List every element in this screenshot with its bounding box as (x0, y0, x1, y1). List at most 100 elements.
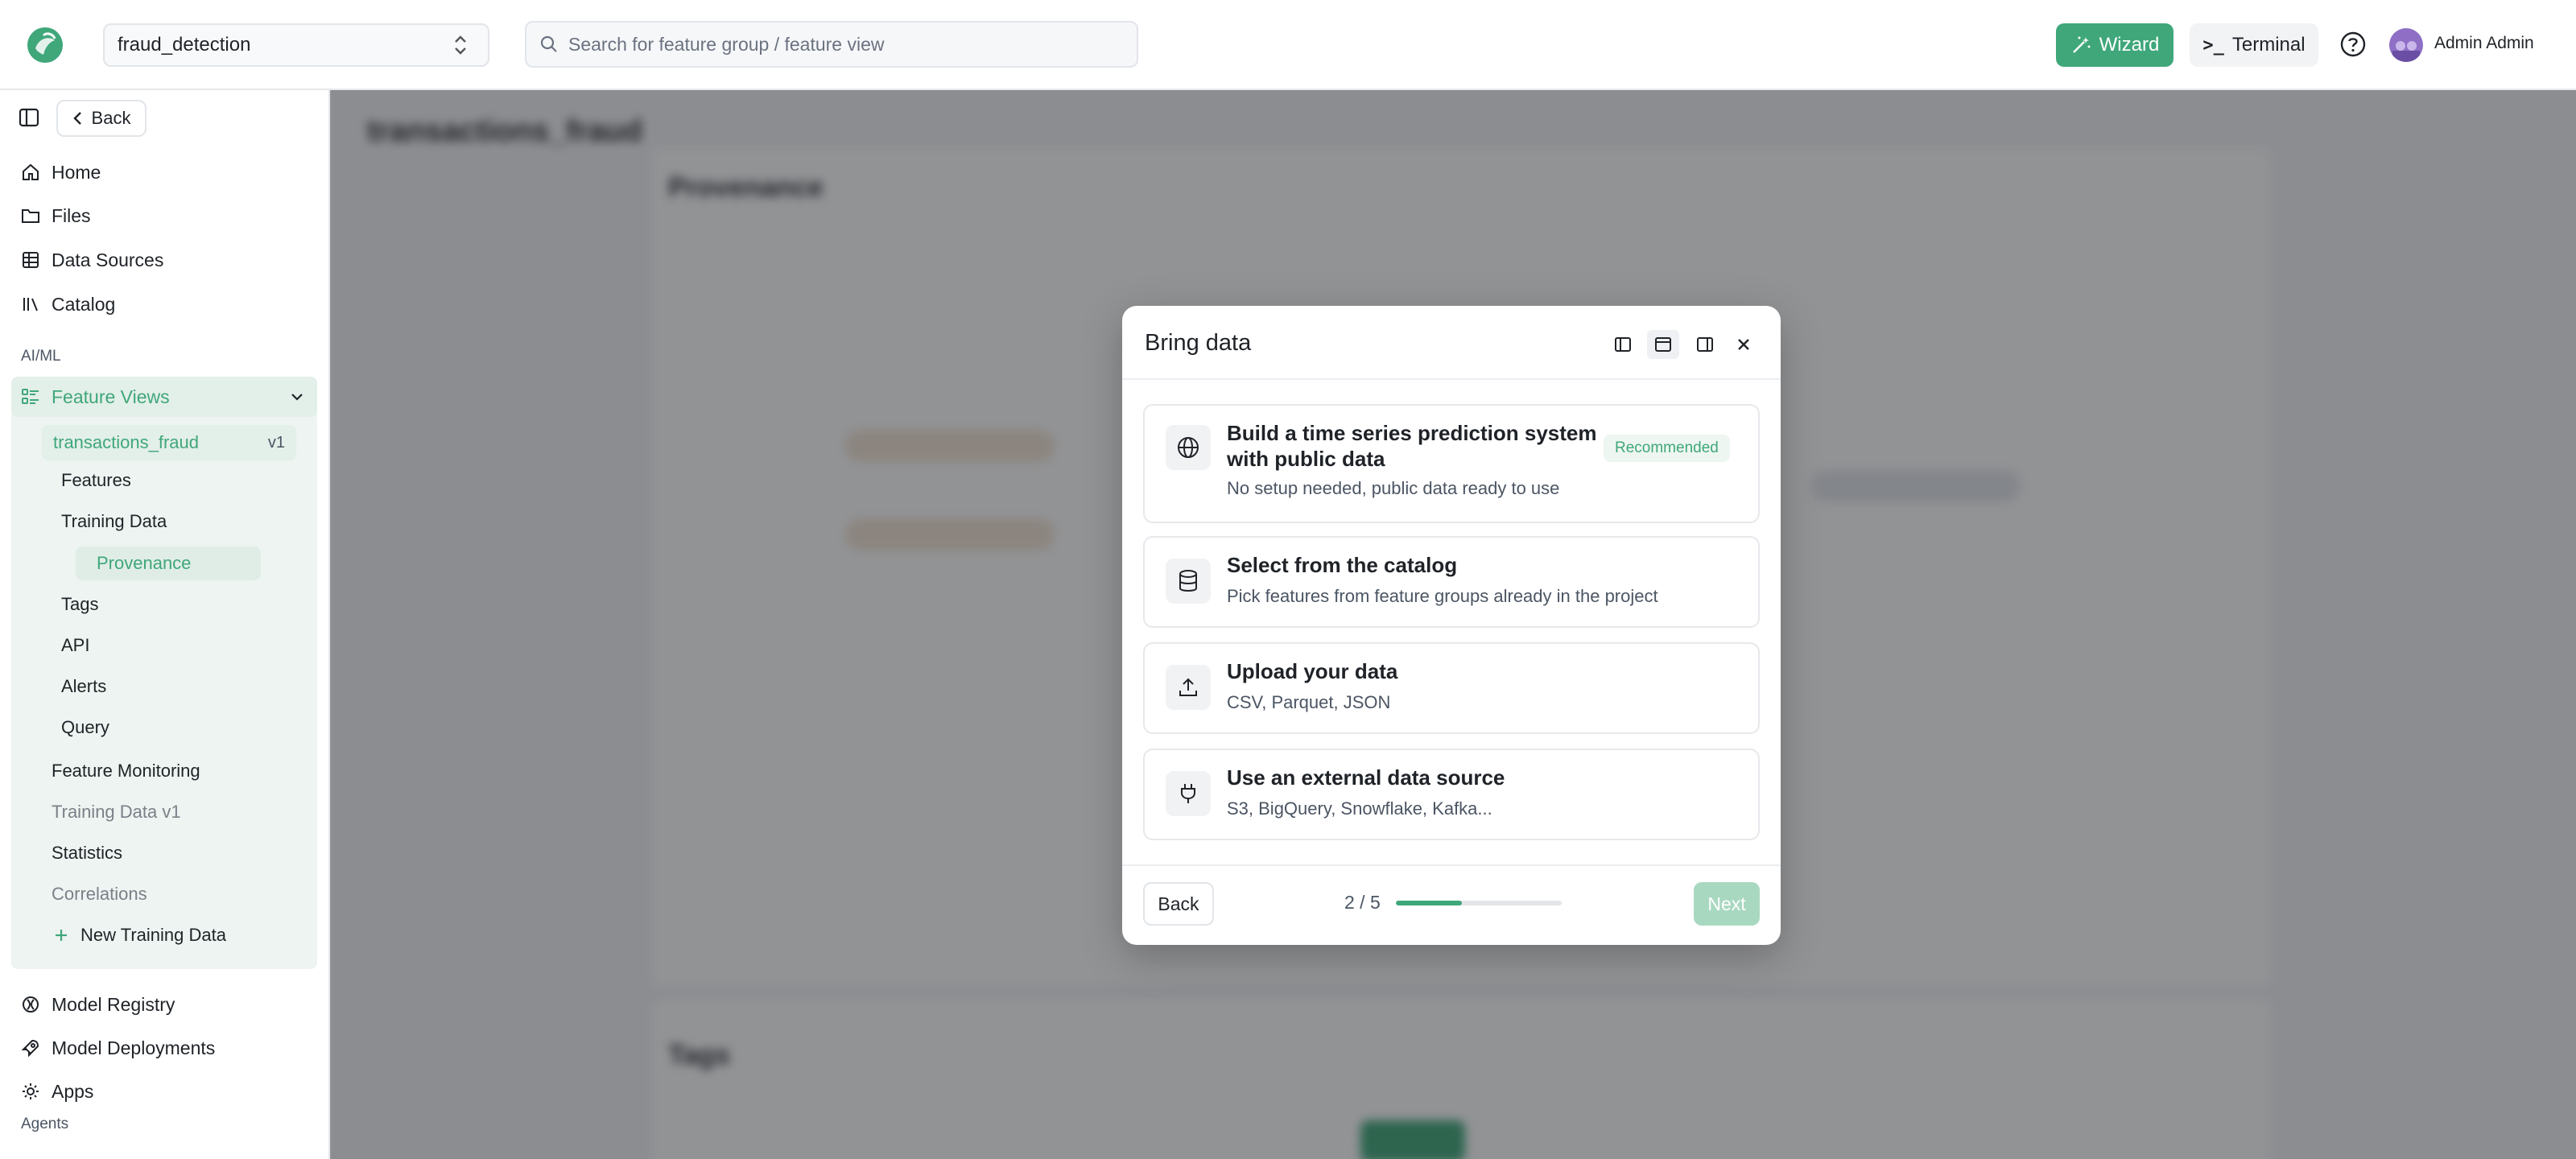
dock-left-icon (1615, 337, 1631, 352)
option-description: S3, BigQuery, Snowflake, Kafka... (1227, 798, 1492, 819)
search-icon (540, 35, 557, 52)
help-icon[interactable] (2339, 31, 2367, 58)
upload-icon (1179, 678, 1197, 696)
search-placeholder: Search for feature group / feature view (568, 33, 885, 55)
sidebar-item-files[interactable]: Files (21, 198, 91, 233)
option-icon (1166, 559, 1211, 604)
sidebar-item-home[interactable]: Home (21, 155, 101, 190)
plug-icon (1181, 784, 1195, 803)
sidebar-item-label: Model Deployments (52, 1037, 216, 1058)
avatar-pattern-icon (2392, 41, 2420, 62)
terminal-button[interactable]: >_ Terminal (2190, 23, 2318, 67)
sidebar-item-label: Model Registry (52, 993, 175, 1015)
sidebar-item-training-data[interactable]: Training Data (40, 505, 225, 538)
model-registry-icon (23, 996, 39, 1013)
table-icon (23, 252, 39, 268)
option-title: Select from the catalog (1227, 553, 1458, 577)
option-upload-data[interactable]: Upload your data CSV, Parquet, JSON (1143, 642, 1760, 734)
sidebar-item-statistics[interactable]: Statistics (52, 835, 122, 871)
sidebar-item-label: Apps (52, 1080, 94, 1102)
sidebar-item-label: New Training Data (80, 925, 226, 945)
sidebar-item-query[interactable]: Query (40, 711, 225, 744)
wizard-progress-fill (1396, 901, 1463, 905)
bring-data-modal: Bring data Build a time series predictio… (1122, 306, 1781, 945)
apps-gear-icon (23, 1083, 39, 1099)
wizard-progress-bar (1396, 901, 1562, 905)
sidebar-item-label: Catalog (52, 293, 116, 315)
sidebar-item-label: Statistics (52, 843, 123, 863)
sidebar-item-model-deployments[interactable]: Model Deployments (21, 1030, 215, 1066)
sidebar-item-correlations[interactable]: Correlations (52, 876, 147, 912)
wizard-next-button[interactable]: Next (1694, 882, 1760, 926)
terminal-label: Terminal (2231, 34, 2306, 56)
feature-view-version: v1 (267, 433, 285, 452)
option-select-catalog[interactable]: Select from the catalog Pick features fr… (1143, 536, 1760, 628)
sidebar-item-features[interactable]: Features (40, 464, 225, 497)
feature-views-group: Feature Views transactions_fraud v1 Feat… (11, 377, 317, 969)
modal-footer: Back 2 / 5 Next (1122, 864, 1781, 945)
sidebar-item-label: Query (61, 717, 109, 737)
modal-header: Bring data (1122, 306, 1781, 380)
library-icon (23, 298, 38, 311)
sidebar-item-feature-views[interactable]: Feature Views (11, 377, 317, 417)
close-button[interactable] (1728, 330, 1760, 359)
option-external-source[interactable]: Use an external data source S3, BigQuery… (1143, 749, 1760, 840)
option-description: No setup needed, public data ready to us… (1227, 478, 1560, 498)
sidebar-item-label: Feature Monitoring (52, 761, 200, 781)
project-select-value: fraud_detection (118, 34, 251, 56)
home-icon (23, 163, 39, 180)
sidebar-item-tags[interactable]: Tags (40, 588, 225, 621)
option-icon (1166, 665, 1211, 710)
sidebar-item-provenance[interactable]: Provenance (76, 547, 261, 580)
sidebar-item-alerts[interactable]: Alerts (40, 670, 225, 703)
modal-title: Bring data (1145, 330, 1252, 356)
user-name[interactable]: Admin Admin (2434, 34, 2534, 53)
sidebar-item-label: Home (52, 161, 101, 183)
wizard-back-button[interactable]: Back (1143, 882, 1214, 926)
sidebar-item-api[interactable]: API (40, 629, 225, 662)
center-window-button[interactable] (1647, 330, 1679, 359)
sidebar-back-button[interactable]: Back (56, 100, 147, 137)
rocket-icon (21, 1039, 39, 1058)
sidebar-item-label: Alerts (61, 676, 107, 696)
sidebar-item-feature-monitoring[interactable]: Feature Monitoring (52, 753, 200, 789)
sidebar-item-apps[interactable]: Apps (21, 1074, 93, 1109)
sidebar-item-data-sources[interactable]: Data Sources (21, 242, 163, 278)
sidebar-item-current-feature-view[interactable]: transactions_fraud v1 (42, 425, 296, 460)
sidebar-toggle-icon[interactable] (18, 106, 40, 129)
dock-right-icon (1697, 337, 1713, 352)
section-label-agents: Agents (21, 1116, 69, 1132)
sidebar-item-model-registry[interactable]: Model Registry (21, 987, 175, 1022)
wizard-button[interactable]: Wizard (2056, 23, 2174, 67)
search-input[interactable]: Search for feature group / feature view (525, 21, 1138, 68)
sidebar-item-label: Data Sources (52, 249, 164, 270)
top-bar: fraud_detection Search for feature group… (0, 0, 2576, 90)
option-icon (1166, 425, 1211, 470)
feature-view-name: transactions_fraud (53, 432, 199, 452)
sidebar: Back Home Files Data Sources Catalog AI/… (0, 90, 330, 1159)
step-indicator: 2 / 5 (1344, 892, 1381, 913)
database-icon (1179, 570, 1197, 592)
sidebar-item-catalog[interactable]: Catalog (21, 287, 115, 322)
dock-left-button[interactable] (1607, 330, 1639, 359)
recommended-badge: Recommended (1604, 435, 1730, 462)
chevron-down-icon (291, 394, 303, 401)
plus-icon (56, 930, 67, 941)
close-icon (1738, 339, 1749, 350)
sidebar-item-label: Training Data v1 (52, 802, 181, 822)
new-training-data-button[interactable]: New Training Data (53, 918, 226, 953)
sidebar-item-label: Provenance (97, 553, 192, 573)
sidebar-item-training-data-v1[interactable]: Training Data v1 (52, 794, 181, 830)
project-select[interactable]: fraud_detection (103, 23, 489, 67)
option-title: Build a time series prediction system wi… (1227, 421, 1597, 471)
user-avatar[interactable] (2389, 28, 2423, 62)
back-label: Back (91, 108, 131, 128)
sidebar-item-label: Features (61, 470, 131, 490)
hopsworks-logo-icon[interactable] (24, 24, 66, 66)
option-title: Use an external data source (1227, 765, 1505, 790)
option-public-data[interactable]: Build a time series prediction system wi… (1143, 404, 1760, 523)
sidebar-item-label: Files (52, 204, 91, 226)
option-icon (1166, 771, 1211, 816)
dock-right-button[interactable] (1689, 330, 1721, 359)
sidebar-item-label: Feature Views (52, 386, 170, 407)
